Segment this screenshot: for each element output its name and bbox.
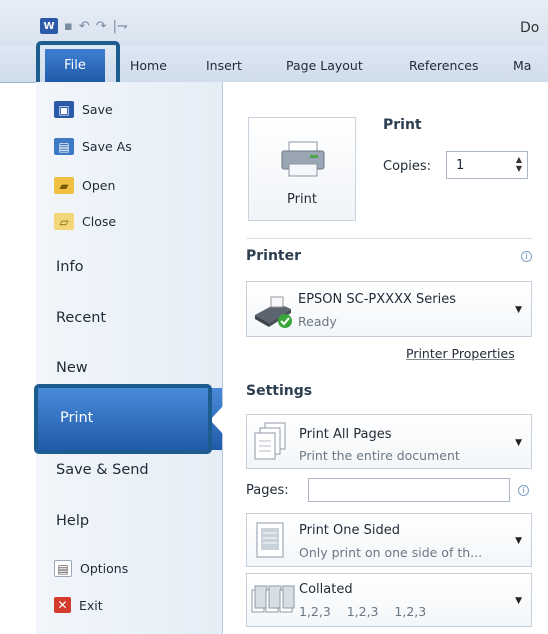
- options-command[interactable]: ▤ Options: [54, 560, 128, 577]
- save-small-icon[interactable]: ▪: [64, 19, 73, 34]
- quick-access-toolbar: W ▪ ↶ ↷ |⇁: [40, 18, 128, 34]
- collation-title: Collated: [299, 582, 353, 597]
- printer-properties-link[interactable]: Printer Properties: [406, 346, 515, 361]
- nav-save-send[interactable]: Save & Send: [56, 462, 149, 478]
- sides-title: Print One Sided: [299, 523, 401, 538]
- customize-qat-icon[interactable]: |⇁: [113, 19, 128, 34]
- save-icon: ▣: [54, 101, 74, 118]
- collated-icon: [251, 585, 295, 613]
- save-label: Save: [82, 102, 113, 117]
- nav-info[interactable]: Info: [56, 259, 83, 275]
- save-as-icon: ▤: [54, 138, 74, 155]
- redo-icon[interactable]: ↷: [96, 19, 107, 34]
- open-label: Open: [82, 178, 116, 193]
- print-nav-highlight: [34, 384, 212, 454]
- separator: [246, 238, 532, 239]
- printer-status: Ready: [298, 314, 337, 329]
- printer-dropdown-chevron-icon: ▼: [515, 305, 522, 315]
- open-command[interactable]: ▰ Open: [54, 177, 115, 194]
- exit-command[interactable]: ✕ Exit: [54, 597, 103, 613]
- pages-info-icon[interactable]: i: [518, 485, 529, 496]
- copies-spinner[interactable]: 1 ▲ ▼: [446, 151, 528, 179]
- pages-label: Pages:: [246, 483, 289, 498]
- save-command[interactable]: ▣ Save: [54, 101, 113, 118]
- print-range-chevron-icon: ▼: [515, 438, 522, 448]
- settings-header: Settings: [246, 383, 313, 399]
- nav-recent[interactable]: Recent: [56, 310, 106, 326]
- print-range-dropdown[interactable]: Print All Pages Print the entire documen…: [246, 414, 532, 469]
- nav-new[interactable]: New: [56, 360, 88, 376]
- backstage-nav: [36, 82, 223, 634]
- print-heading: Print: [383, 117, 422, 133]
- sides-chevron-icon: ▼: [515, 536, 522, 546]
- close-label: Close: [82, 214, 117, 229]
- printer-ready-icon: [255, 296, 292, 328]
- tab-insert[interactable]: Insert: [206, 58, 242, 73]
- pages-input[interactable]: [308, 478, 510, 502]
- collation-subtitle: 1,2,3 1,2,3 1,2,3: [299, 604, 427, 619]
- printer-info-icon[interactable]: i: [521, 251, 532, 262]
- print-button[interactable]: Print: [248, 117, 356, 221]
- close-command[interactable]: ▱ Close: [54, 213, 116, 230]
- exit-icon: ✕: [54, 597, 71, 613]
- close-folder-icon: ▱: [54, 213, 74, 230]
- undo-icon[interactable]: ↶: [79, 19, 90, 34]
- collation-dropdown[interactable]: Collated 1,2,3 1,2,3 1,2,3 ▼: [246, 573, 532, 627]
- copies-label: Copies:: [383, 159, 432, 174]
- printer-header: Printer: [246, 248, 302, 264]
- printer-name: EPSON SC-PXXXX Series: [298, 292, 456, 307]
- save-as-label: Save As: [82, 139, 132, 154]
- options-icon: ▤: [54, 560, 72, 577]
- print-button-label: Print: [287, 192, 317, 207]
- print-range-title: Print All Pages: [299, 427, 392, 442]
- printer-icon: [281, 141, 325, 177]
- tab-home[interactable]: Home: [130, 58, 167, 73]
- open-folder-icon: ▰: [54, 177, 74, 194]
- one-sided-icon: [256, 522, 284, 558]
- options-label: Options: [80, 561, 129, 576]
- exit-label: Exit: [79, 597, 103, 613]
- tab-page-layout[interactable]: Page Layout: [286, 58, 363, 73]
- nav-help[interactable]: Help: [56, 513, 89, 529]
- tab-mailings[interactable]: Ma: [513, 58, 531, 73]
- tab-references[interactable]: References: [409, 58, 478, 73]
- word-app-icon[interactable]: W: [40, 18, 58, 34]
- print-range-subtitle: Print the entire document: [299, 448, 460, 463]
- sides-subtitle: Only print on one side of th...: [299, 545, 483, 560]
- title-bar: W ▪ ↶ ↷ |⇁ Do: [0, 0, 548, 46]
- printer-dropdown[interactable]: EPSON SC-PXXXX Series Ready ▼: [246, 281, 532, 337]
- copies-value: 1: [456, 158, 465, 173]
- sides-dropdown[interactable]: Print One Sided Only print on one side o…: [246, 513, 532, 567]
- save-as-command[interactable]: ▤ Save As: [54, 138, 132, 155]
- spinner-arrows-icon[interactable]: ▲ ▼: [516, 155, 522, 173]
- pages-icon: [254, 422, 286, 460]
- document-title: Do: [520, 20, 540, 36]
- collation-chevron-icon: ▼: [515, 596, 522, 606]
